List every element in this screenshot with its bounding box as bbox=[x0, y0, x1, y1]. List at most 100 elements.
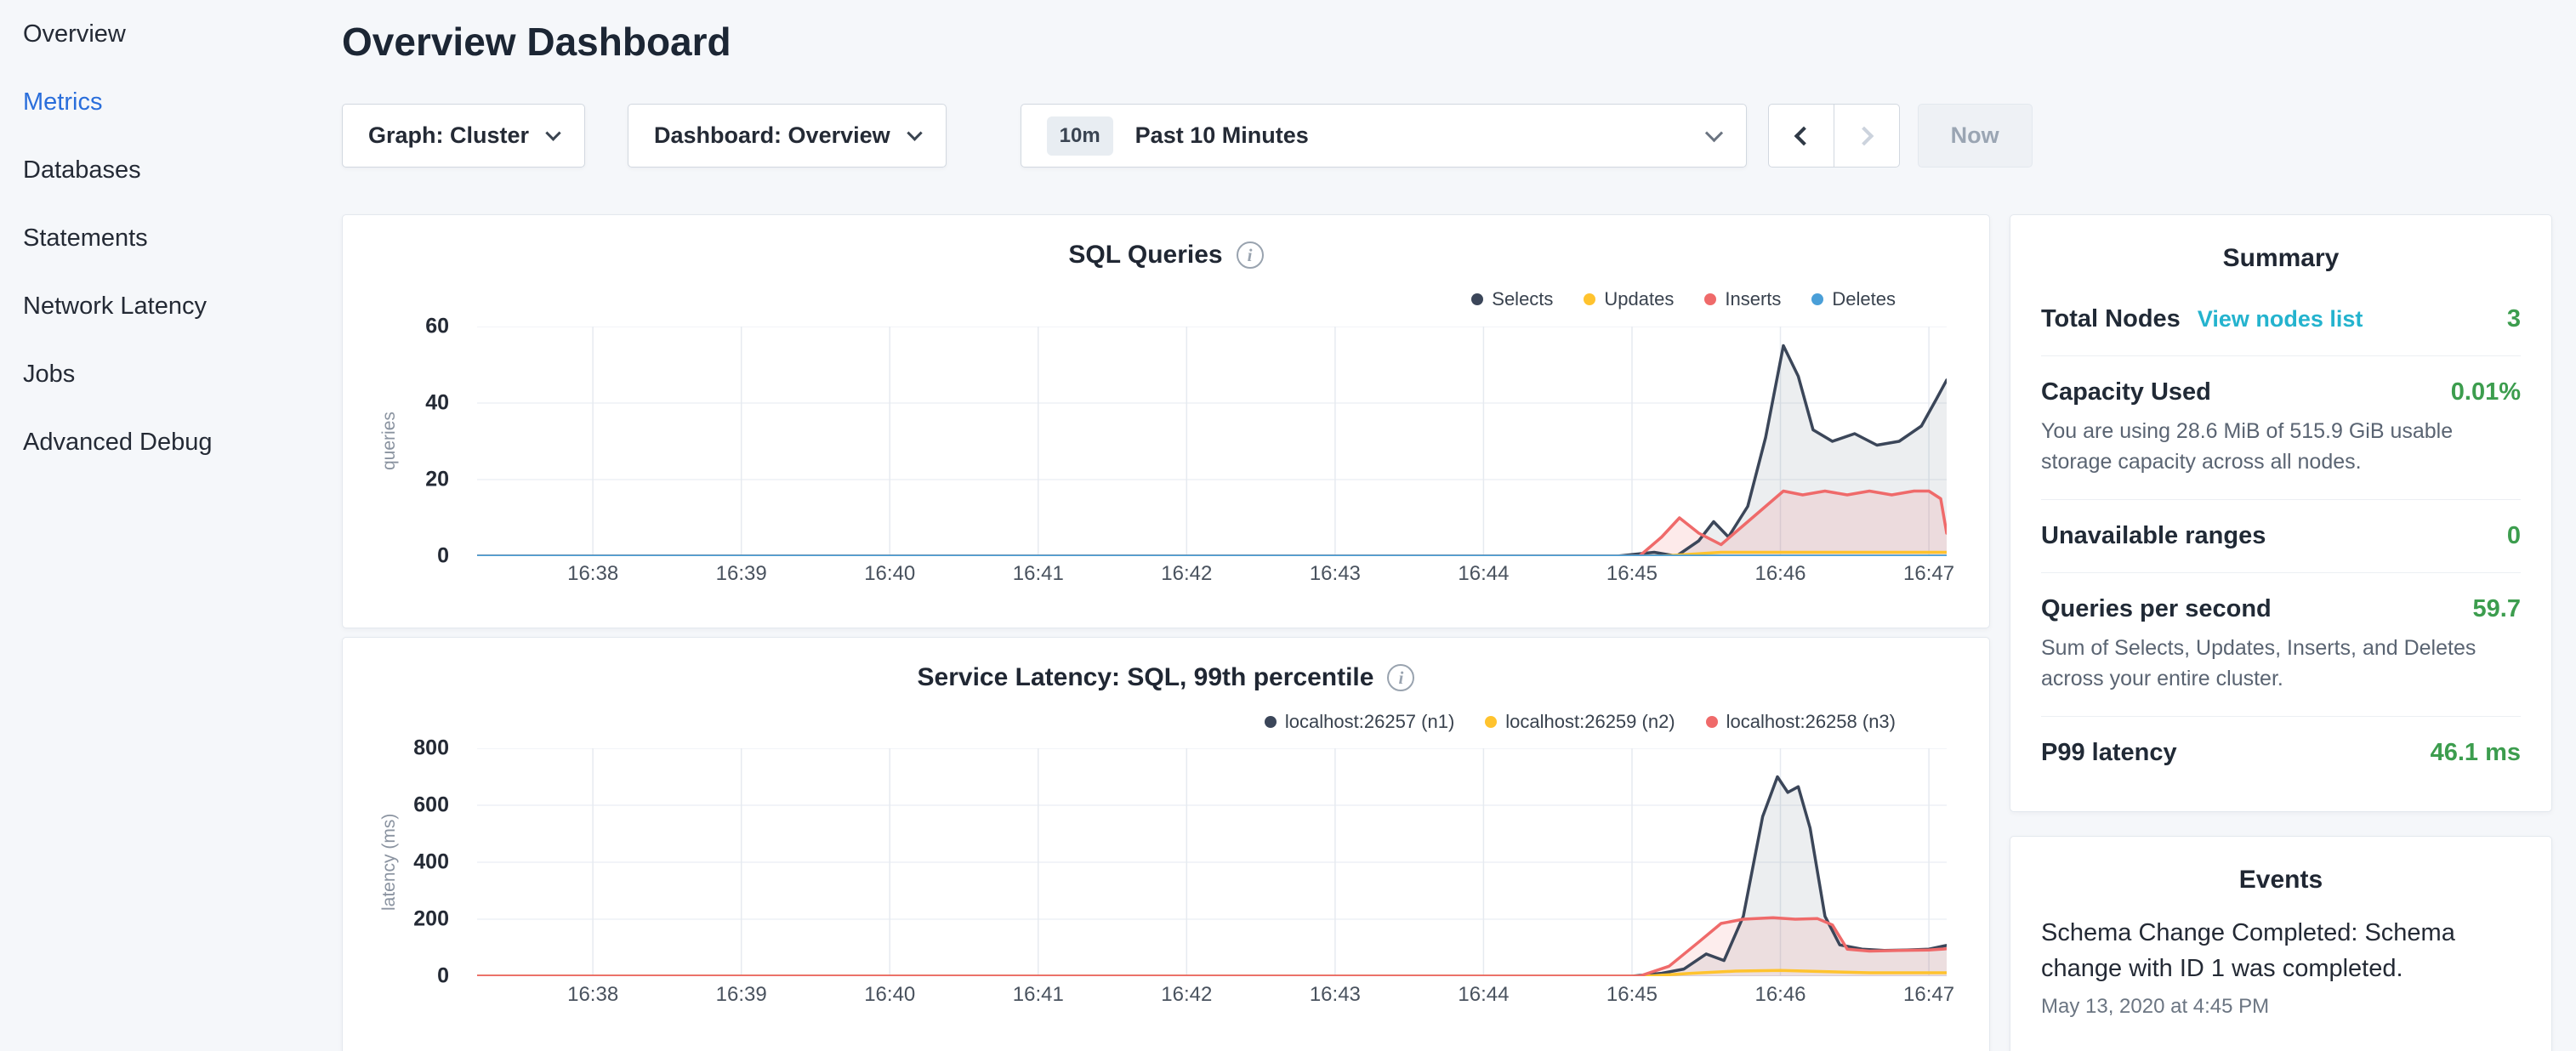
info-icon[interactable]: i bbox=[1387, 664, 1414, 691]
x-tick-label: 16:42 bbox=[1161, 562, 1212, 586]
x-tick-label: 16:40 bbox=[864, 562, 915, 586]
y-tick-label: 40 bbox=[425, 391, 449, 416]
summary-description: You are using 28.6 MiB of 515.9 GiB usab… bbox=[2041, 417, 2521, 477]
legend-label: Inserts bbox=[1725, 288, 1781, 310]
info-icon[interactable]: i bbox=[1237, 241, 1264, 269]
legend-dot-icon bbox=[1584, 293, 1595, 305]
chart-title-row: Service Latency: SQL, 99th percentile i bbox=[343, 638, 1989, 692]
x-tick-label: 16:47 bbox=[1903, 562, 1954, 586]
legend-label: Deletes bbox=[1832, 288, 1896, 310]
chevron-down-icon bbox=[545, 125, 560, 140]
summary-row-unavailable-ranges: Unavailable ranges 0 bbox=[2041, 500, 2521, 573]
event-list-item[interactable]: Schema Change Completed: Schema change w… bbox=[2041, 915, 2521, 1019]
chart-plot[interactable] bbox=[477, 327, 1947, 556]
summary-label: Capacity Used bbox=[2041, 378, 2211, 406]
time-range-dropdown[interactable]: 10m Past 10 Minutes bbox=[1021, 104, 1747, 168]
graph-dropdown-label: Graph: Cluster bbox=[368, 122, 529, 149]
x-tick-label: 16:38 bbox=[567, 983, 618, 1007]
y-tick-label: 400 bbox=[413, 850, 449, 875]
legend-label: localhost:26259 (n2) bbox=[1505, 711, 1675, 733]
chart-title: Service Latency: SQL, 99th percentile bbox=[918, 663, 1374, 692]
x-tick-label: 16:41 bbox=[1013, 562, 1064, 586]
chevron-down-icon bbox=[1705, 124, 1723, 142]
y-tick-label: 20 bbox=[425, 468, 449, 492]
x-tick-label: 16:39 bbox=[716, 562, 767, 586]
legend-item: localhost:26259 (n2) bbox=[1485, 711, 1675, 733]
summary-label: Queries per second bbox=[2041, 595, 2272, 623]
now-button[interactable]: Now bbox=[1918, 104, 2033, 168]
x-tick-label: 16:38 bbox=[567, 562, 618, 586]
chart-legend: Selects Updates Inserts Deletes bbox=[1471, 288, 1896, 310]
x-tick-label: 16:46 bbox=[1754, 562, 1805, 586]
main-content: Overview Dashboard Graph: Cluster Dashbo… bbox=[342, 0, 2576, 1051]
chart-title: SQL Queries bbox=[1068, 241, 1222, 270]
time-next-button[interactable] bbox=[1834, 104, 1900, 168]
chevron-down-icon bbox=[907, 125, 922, 140]
summary-value: 46.1 ms bbox=[2431, 739, 2521, 767]
summary-label: Unavailable ranges bbox=[2041, 522, 2266, 550]
summary-value: 0.01% bbox=[2451, 378, 2521, 406]
chart-svg bbox=[477, 327, 1947, 556]
app-root: Overview Metrics Databases Statements Ne… bbox=[0, 0, 2576, 1051]
event-text: Schema Change Completed: Schema change w… bbox=[2041, 915, 2521, 986]
sidebar-item-metrics[interactable]: Metrics bbox=[0, 68, 342, 136]
x-tick-label: 16:47 bbox=[1903, 983, 1954, 1007]
x-tick-label: 16:40 bbox=[864, 983, 915, 1007]
legend-label: localhost:26258 (n3) bbox=[1726, 711, 1896, 733]
events-title: Events bbox=[2041, 837, 2521, 905]
view-nodes-list-link[interactable]: View nodes list bbox=[2198, 306, 2363, 332]
sidebar-item-statements[interactable]: Statements bbox=[0, 204, 342, 272]
summary-value: 0 bbox=[2507, 522, 2521, 550]
legend-item: localhost:26257 (n1) bbox=[1265, 711, 1454, 733]
y-tick-label: 600 bbox=[413, 793, 449, 818]
sidebar-item-databases[interactable]: Databases bbox=[0, 136, 342, 204]
controls-bar: Graph: Cluster Dashboard: Overview 10m P… bbox=[342, 104, 2576, 168]
legend-item: Selects bbox=[1471, 288, 1553, 310]
legend-item: localhost:26258 (n3) bbox=[1706, 711, 1896, 733]
summary-row-capacity-used: Capacity Used 0.01% You are using 28.6 M… bbox=[2041, 356, 2521, 500]
sidebar-item-advanced-debug[interactable]: Advanced Debug bbox=[0, 408, 342, 476]
x-tick-label: 16:43 bbox=[1310, 562, 1361, 586]
sidebar-item-network-latency[interactable]: Network Latency bbox=[0, 272, 342, 340]
y-axis-ticks: 0200400600800 bbox=[343, 748, 449, 976]
summary-title: Summary bbox=[2041, 215, 2521, 283]
summary-row-p99-latency: P99 latency 46.1 ms bbox=[2041, 717, 2521, 789]
legend-dot-icon bbox=[1471, 293, 1483, 305]
time-prev-button[interactable] bbox=[1768, 104, 1834, 168]
chart-svg bbox=[477, 748, 1947, 976]
x-tick-label: 16:39 bbox=[716, 983, 767, 1007]
dashboard-dropdown-label: Dashboard: Overview bbox=[654, 122, 890, 149]
chart-plot[interactable] bbox=[477, 748, 1947, 976]
summary-panel: Summary Total Nodes View nodes list 3 Ca… bbox=[2010, 214, 2552, 812]
legend-label: Selects bbox=[1492, 288, 1553, 310]
x-tick-label: 16:45 bbox=[1606, 562, 1658, 586]
sidebar-item-jobs[interactable]: Jobs bbox=[0, 340, 342, 408]
y-tick-label: 60 bbox=[425, 315, 449, 339]
y-tick-label: 800 bbox=[413, 736, 449, 761]
dashboard-dropdown[interactable]: Dashboard: Overview bbox=[628, 104, 947, 168]
legend-label: localhost:26257 (n1) bbox=[1285, 711, 1454, 733]
legend-item: Inserts bbox=[1704, 288, 1781, 310]
x-axis-ticks: 16:3816:3916:4016:4116:4216:4316:4416:45… bbox=[477, 562, 1947, 588]
summary-label: P99 latency bbox=[2041, 739, 2177, 767]
time-range-badge: 10m bbox=[1047, 116, 1113, 156]
y-tick-label: 0 bbox=[437, 544, 449, 569]
x-tick-label: 16:46 bbox=[1754, 983, 1805, 1007]
chevron-right-icon bbox=[1854, 126, 1874, 145]
graph-dropdown[interactable]: Graph: Cluster bbox=[342, 104, 585, 168]
x-tick-label: 16:43 bbox=[1310, 983, 1361, 1007]
sidebar-item-overview[interactable]: Overview bbox=[0, 0, 342, 68]
summary-row-total-nodes: Total Nodes View nodes list 3 bbox=[2041, 283, 2521, 356]
time-step-buttons bbox=[1768, 104, 1900, 168]
legend-dot-icon bbox=[1706, 716, 1718, 728]
legend-dot-icon bbox=[1265, 716, 1277, 728]
x-axis-ticks: 16:3816:3916:4016:4116:4216:4316:4416:45… bbox=[477, 983, 1947, 1008]
chevron-left-icon bbox=[1794, 126, 1813, 145]
summary-description: Sum of Selects, Updates, Inserts, and De… bbox=[2041, 633, 2521, 694]
summary-label: Total Nodes bbox=[2041, 305, 2181, 333]
x-tick-label: 16:42 bbox=[1161, 983, 1212, 1007]
legend-label: Updates bbox=[1604, 288, 1674, 310]
charts-column: SQL Queries i Selects Updates Inserts Delet… bbox=[342, 214, 1990, 1051]
event-timestamp: May 13, 2020 at 4:45 PM bbox=[2041, 995, 2521, 1019]
page-title: Overview Dashboard bbox=[342, 19, 2576, 65]
